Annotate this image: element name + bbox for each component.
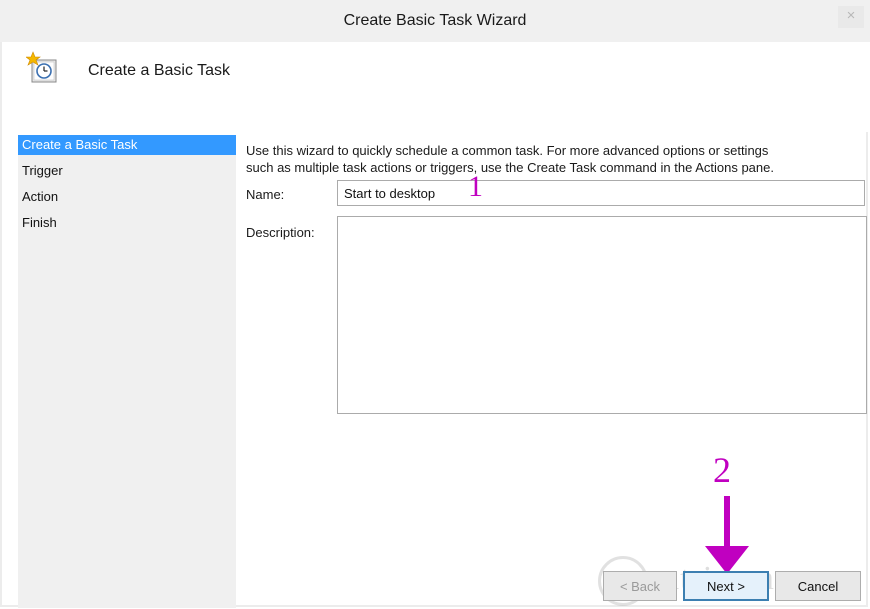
intro-line-1: Use this wizard to quickly schedule a co… (246, 143, 769, 158)
annotation-step-1: 1 (468, 170, 483, 203)
window-title: Create Basic Task Wizard (343, 12, 527, 29)
header-title: Create a Basic Task (88, 62, 230, 79)
description-label: Description: (246, 225, 315, 240)
wizard-steps-sidebar: Create a Basic Task Trigger Action Finis… (18, 135, 236, 608)
title-bar: Create Basic Task Wizard × (0, 0, 870, 42)
annotation-step-2: 2 (713, 450, 731, 490)
description-input[interactable] (337, 216, 867, 414)
sidebar-item-trigger[interactable]: Trigger (18, 161, 236, 181)
close-button[interactable]: × (838, 6, 864, 28)
sidebar-item-create-basic-task[interactable]: Create a Basic Task (18, 135, 236, 155)
cancel-button[interactable]: Cancel (775, 571, 861, 601)
name-label: Name: (246, 187, 285, 202)
annotation-arrow-down-icon (705, 496, 749, 574)
intro-line-2: such as multiple task actions or trigger… (246, 160, 774, 175)
wizard-header: Create a Basic Task (2, 42, 868, 132)
sidebar-item-finish[interactable]: Finish (18, 213, 236, 233)
next-button[interactable]: Next > (683, 571, 769, 601)
task-scheduler-clock-icon (26, 51, 57, 83)
sidebar-item-action[interactable]: Action (18, 187, 236, 207)
close-icon: × (846, 7, 856, 24)
back-button[interactable]: < Back (603, 571, 677, 601)
intro-text: Use this wizard to quickly schedule a co… (246, 142, 856, 176)
name-input[interactable] (337, 180, 865, 206)
